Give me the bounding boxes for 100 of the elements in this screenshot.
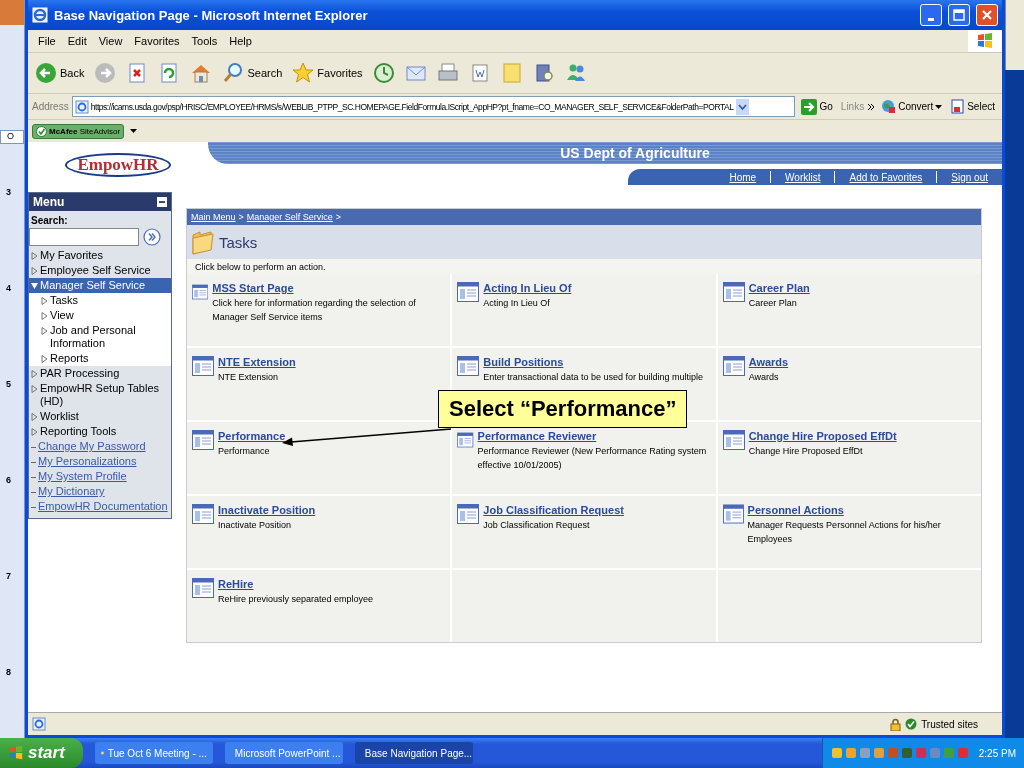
address-field[interactable]: https://icams.usda.gov/psp/HRISC/EMPLOYEE/HRMS/s/WEBLIB_PTPP_SC.HOMEPAGE.FieldFormula.IScript_AppHP?pt_fname=CO_MANAGER_SELF_SERVICE&FolderPath=PORTAL [71,96,796,117]
go-button[interactable]: Go [798,96,836,117]
taskbar-button[interactable]: Tue Oct 6 Meeting - ... [94,742,213,764]
taskbar-button[interactable]: Microsoft PowerPoint ... [224,742,343,764]
menu-link[interactable]: Change My Password [38,440,146,453]
collapsed-arrow-icon[interactable] [41,297,48,305]
clock: 2:25 PM [978,747,1016,759]
menu-item[interactable]: Employee Self Service [40,264,151,277]
favorites-button[interactable]: Favorites [289,60,366,86]
task-description: Performance Reviewer (New Performance Rating system effective 10/01/2005) [477,445,708,472]
panel-tab[interactable]: O [0,130,24,144]
task-description: Click here for information regarding the selection of Manager Self Service items [212,297,417,324]
menu-link[interactable]: EmpowHR Documentation [38,500,168,513]
collapsed-arrow-icon[interactable] [31,428,38,436]
tray-icon[interactable] [872,747,885,759]
search-label: Search: [30,214,69,228]
nav-link[interactable]: Home [715,171,771,183]
menu-item[interactable]: Help [223,35,258,47]
task-link[interactable]: Personnel Actions [747,504,976,516]
windows-logo-icon [8,745,24,761]
task-link[interactable]: NTE Extension [218,356,296,368]
task-link[interactable]: Performance [218,430,286,442]
go-arrow-icon [801,98,818,115]
breadcrumb-separator: > [238,212,244,222]
task-description: Enter transactional data to be used for building multiple [483,371,703,384]
menu-item[interactable]: Favorites [128,35,186,47]
windows-logo-icon [976,32,994,50]
task-link[interactable]: Build Positions [483,356,703,368]
menu-item[interactable]: Worklist [40,410,79,423]
note-icon [500,62,523,84]
task-link[interactable]: Career Plan [748,282,810,294]
collapsed-arrow-icon[interactable] [31,385,38,393]
convert-button[interactable]: Convert [878,97,946,116]
collapsed-arrow-icon[interactable] [41,312,48,320]
menu-item[interactable]: File [32,35,62,47]
window-icon [192,356,214,376]
collapse-icon[interactable] [157,197,167,207]
dash-icon [31,447,36,448]
task-link[interactable]: MSS Start Page [212,282,446,294]
lock-icon [890,717,902,731]
minimize-button[interactable] [920,4,942,26]
collapsed-arrow-icon[interactable] [31,370,38,378]
minimize-icon [928,17,934,21]
tray-icon[interactable] [844,747,857,759]
collapsed-arrow-icon[interactable] [41,355,48,363]
collapsed-arrow-icon[interactable] [41,327,48,335]
back-button[interactable]: Back [32,60,88,86]
task-link[interactable]: Change Hire Proposed EffDt [748,430,897,442]
collapsed-arrow-icon[interactable] [31,413,38,421]
expanded-arrow-icon[interactable] [31,282,38,290]
chevron-icon[interactable] [867,102,876,111]
menu-item[interactable]: Edit [61,35,93,47]
menu-item[interactable]: View [50,309,74,322]
caret-icon[interactable] [130,129,138,133]
window-icon [722,356,745,376]
logo[interactable]: EmpowHR [65,153,171,177]
taskbar-button[interactable]: Base Navigation Page... [354,742,473,764]
nav-link[interactable]: Worklist [771,171,835,183]
task-description: Awards [748,371,780,384]
maximize-button[interactable] [948,4,970,26]
menu-item[interactable]: My Favorites [40,249,103,262]
menu-item[interactable]: Reporting Tools [40,425,117,438]
caret-icon [935,104,943,109]
task-link[interactable]: Inactivate Position [218,504,316,516]
task-description: Career Plan [748,297,798,310]
tray-icon[interactable] [900,747,913,759]
siteadvisor-button[interactable]: McAfee SiteAdvisor [32,123,125,139]
start-button[interactable]: start [0,738,83,768]
task-link[interactable]: Awards [748,356,789,368]
tray-icon[interactable] [830,747,843,759]
search-button[interactable]: Search [219,60,286,86]
search-field[interactable] [29,228,139,246]
task-link[interactable]: Job Classification Request [483,504,624,516]
collapsed-arrow-icon[interactable] [31,267,38,275]
window-icon [192,578,214,598]
breadcrumb-link[interactable]: Main Menu [191,212,236,222]
menu-link[interactable]: My Dictionary [38,485,105,498]
menu-item[interactable]: EmpowHR Setup Tables (HD) [40,382,169,408]
menu-item[interactable]: View [92,35,129,47]
menu-item[interactable]: Tasks [50,294,79,307]
menu-link[interactable]: My System Profile [38,470,127,483]
close-button[interactable] [976,4,998,26]
task-link[interactable]: Performance Reviewer [477,430,711,442]
menu-item[interactable]: PAR Processing [40,367,120,380]
menu-item[interactable]: Reports [50,352,89,365]
nav-link[interactable]: Add to Favorites [835,171,937,183]
menu-link[interactable]: My Personalizations [38,455,137,468]
star-icon [292,62,315,84]
go-arrows-icon[interactable] [143,228,161,246]
close-icon [981,9,993,21]
nav-link[interactable]: Sign out [937,171,1002,183]
menu-item[interactable]: Tools [185,35,224,47]
task-link[interactable]: Acting In Lieu Of [483,282,572,294]
window-title: Base Navigation Page - Microsoft Internet Explorer [54,7,368,23]
select-button[interactable]: Select [948,97,998,116]
collapsed-arrow-icon[interactable] [31,252,38,260]
breadcrumb-link[interactable]: Manager Self Service [246,212,333,222]
task-link[interactable]: ReHire [218,578,374,590]
window-icon [457,356,480,376]
menu-item[interactable]: Job and Personal Information [50,324,169,350]
